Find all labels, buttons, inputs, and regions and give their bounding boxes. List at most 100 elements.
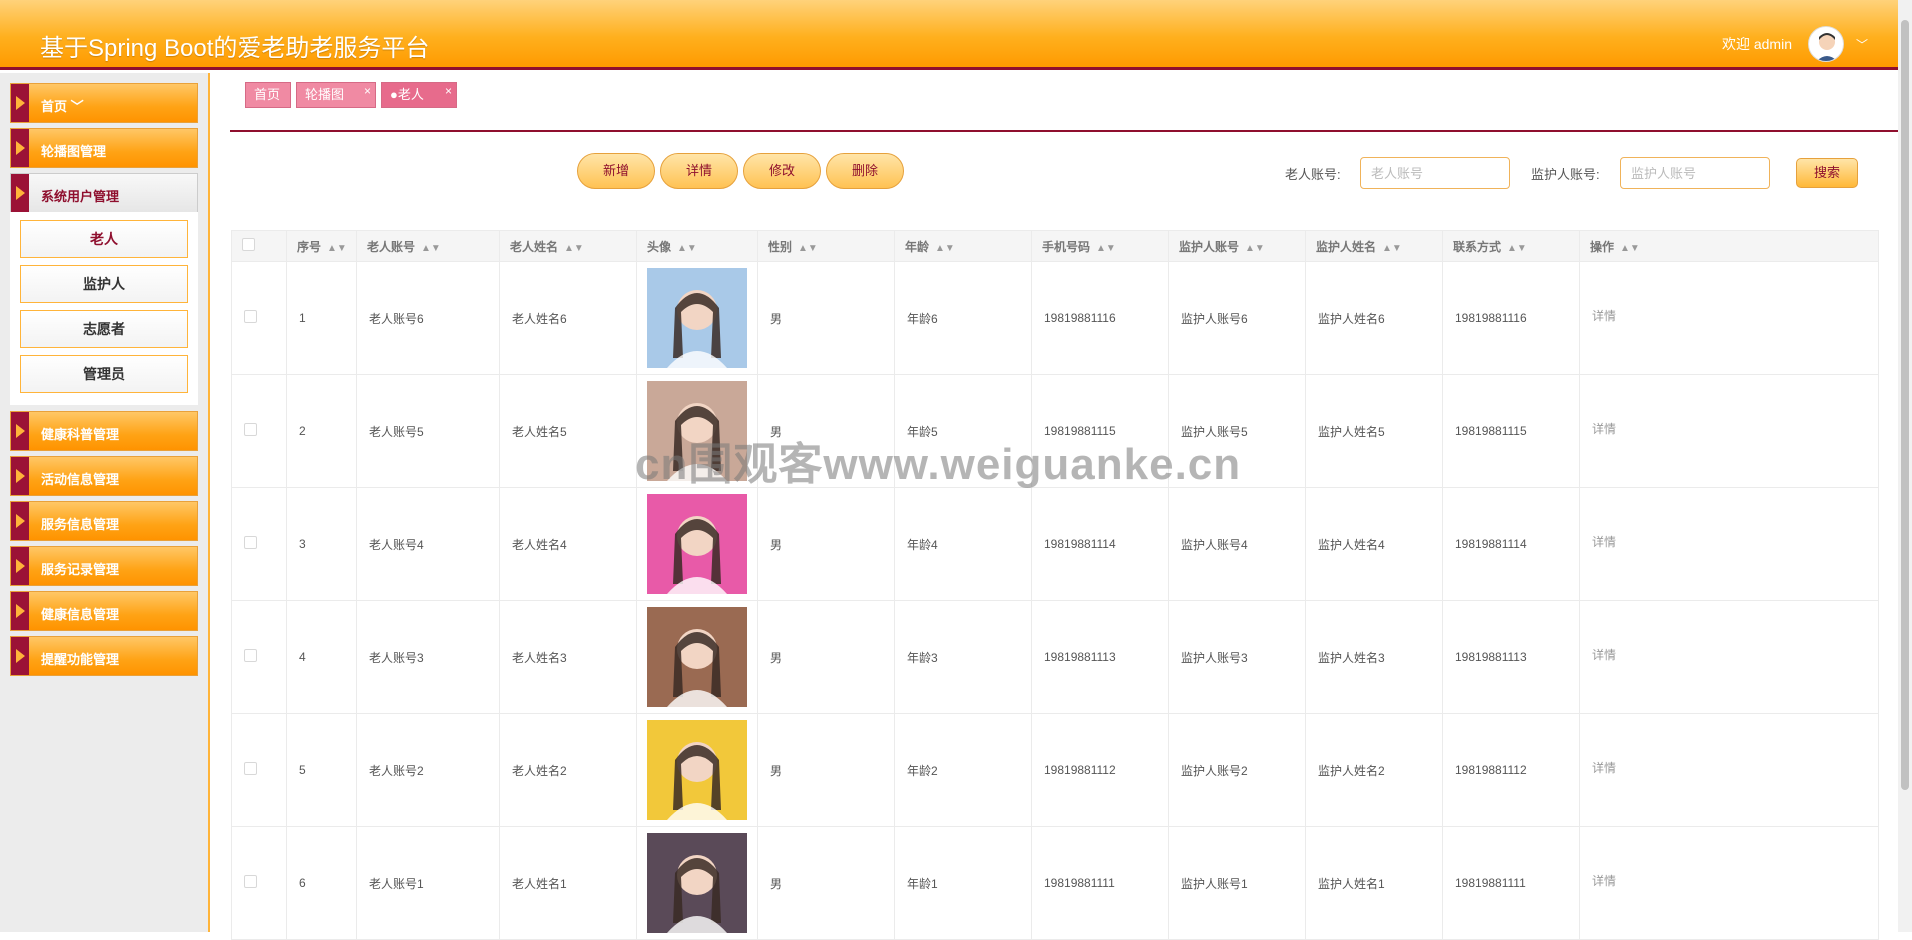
sidebar-item-system-users[interactable]: 系统用户管理 [10, 173, 198, 213]
cell-account: 老人账号5 [356, 374, 500, 488]
sort-icon[interactable]: ▲▼ [677, 243, 697, 254]
cell-g-name: 监护人姓名6 [1305, 261, 1443, 375]
row-select-cell [231, 826, 287, 940]
sort-icon[interactable]: ▲▼ [1096, 243, 1116, 254]
sort-icon[interactable]: ▲▼ [935, 243, 955, 254]
close-icon[interactable]: × [445, 79, 452, 103]
scrollbar-thumb[interactable] [1901, 20, 1909, 790]
table-row[interactable]: 3 老人账号4 老人姓名4 男年龄4 19819881114 监护人账号4 监护人姓名4 19… [231, 487, 1879, 601]
submenu-item-volunteer[interactable]: 志愿者 [20, 310, 188, 348]
table-row[interactable]: 1 老人账号6 老人姓名6 男年龄6 19819881116 监护人账号6 监护人姓名6 19… [231, 261, 1879, 375]
cell-g-account: 监护人账号3 [1168, 600, 1306, 714]
row-checkbox[interactable] [244, 875, 257, 888]
action-cell: 详情 [1579, 261, 1879, 375]
cell-gender: 男 [757, 600, 895, 714]
table-row[interactable]: 4 老人账号3 老人姓名3 男年龄3 19819881113 监护人账号3 监护人姓名3 19… [231, 600, 1879, 714]
edit-button[interactable]: 修改 [743, 153, 821, 189]
column-header[interactable]: 老人姓名 ▲▼ [499, 230, 637, 262]
column-header[interactable]: 操作 ▲▼ [1579, 230, 1879, 262]
detail-link[interactable]: 详情 [1592, 535, 1616, 549]
sidebar-item-service-info[interactable]: 服务信息管理 [10, 501, 198, 541]
column-header[interactable]: 头像 ▲▼ [636, 230, 758, 262]
sort-icon[interactable]: ▲▼ [1620, 243, 1640, 254]
sidebar-item-carousel[interactable]: 轮播图管理 [10, 128, 198, 168]
column-header[interactable]: 性别 ▲▼ [757, 230, 895, 262]
row-checkbox[interactable] [244, 649, 257, 662]
sidebar-item-label: 系统用户管理 [41, 189, 120, 204]
cell-age: 年龄5 [894, 374, 1032, 488]
add-button[interactable]: 新增 [577, 153, 655, 189]
sidebar-item-label: 轮播图管理 [41, 144, 107, 159]
column-header[interactable]: 年龄 ▲▼ [894, 230, 1032, 262]
menu-arrow-icon [11, 457, 29, 495]
sidebar-item-activity[interactable]: 活动信息管理 [10, 456, 198, 496]
cell-g-account: 监护人账号4 [1168, 487, 1306, 601]
sidebar-item-label: 首页 ﹀ [41, 99, 84, 114]
cell-contact: 19819881111 [1442, 826, 1580, 940]
guardian-account-input[interactable] [1620, 157, 1770, 189]
table-row[interactable]: 2 老人账号5 老人姓名5 男年龄5 19819881115 监护人账号5 监护人姓名5 19… [231, 374, 1879, 488]
table-row[interactable]: 6 老人账号1 老人姓名1 男年龄1 19819881111 监护人账号1 监护人姓名1 19… [231, 826, 1879, 940]
cell-contact: 19819881113 [1442, 600, 1580, 714]
sidebar-item-reminder[interactable]: 提醒功能管理 [10, 636, 198, 676]
search-button[interactable]: 搜索 [1796, 158, 1858, 188]
sort-icon[interactable]: ▲▼ [564, 243, 584, 254]
cell-age: 年龄1 [894, 826, 1032, 940]
row-checkbox[interactable] [244, 310, 257, 323]
detail-link[interactable]: 详情 [1592, 422, 1616, 436]
sort-icon[interactable]: ▲▼ [1507, 243, 1527, 254]
avatar-cell [636, 261, 758, 375]
app-header: 基于Spring Boot的爱老助老服务平台 欢迎 admin ﹀ [0, 0, 1912, 70]
user-avatar[interactable] [1808, 26, 1844, 62]
sidebar-item-home[interactable]: 首页 ﹀ [10, 83, 198, 123]
row-checkbox[interactable] [244, 762, 257, 775]
detail-link[interactable]: 详情 [1592, 761, 1616, 775]
page-scrollbar[interactable] [1898, 0, 1912, 932]
column-header[interactable]: 监护人姓名 ▲▼ [1305, 230, 1443, 262]
detail-link[interactable]: 详情 [1592, 309, 1616, 323]
cell-g-name: 监护人姓名3 [1305, 600, 1443, 714]
row-checkbox[interactable] [244, 536, 257, 549]
cell-account: 老人账号3 [356, 600, 500, 714]
column-header[interactable]: 监护人账号 ▲▼ [1168, 230, 1306, 262]
sidebar-item-health-science[interactable]: 健康科普管理 [10, 411, 198, 451]
sidebar-item-label: 健康信息管理 [41, 607, 120, 622]
sort-icon[interactable]: ▲▼ [327, 243, 347, 254]
table-row[interactable]: 5 老人账号2 老人姓名2 男年龄2 19819881112 监护人账号2 监护人姓名2 19… [231, 713, 1879, 827]
detail-link[interactable]: 详情 [1592, 648, 1616, 662]
column-header[interactable]: 序号 ▲▼ [286, 230, 357, 262]
sidebar-item-label: 活动信息管理 [41, 472, 120, 487]
sidebar-item-label: 提醒功能管理 [41, 652, 120, 667]
tab-elder[interactable]: ●老人 × [381, 82, 457, 108]
sort-icon[interactable]: ▲▼ [798, 243, 818, 254]
sort-icon[interactable]: ▲▼ [421, 243, 441, 254]
menu-arrow-icon [11, 547, 29, 585]
submenu-item-guardian[interactable]: 监护人 [20, 265, 188, 303]
detail-link[interactable]: 详情 [1592, 874, 1616, 888]
elder-account-input[interactable] [1360, 157, 1510, 189]
close-icon[interactable]: × [364, 79, 371, 103]
cell-account: 老人账号1 [356, 826, 500, 940]
column-header[interactable]: 联系方式 ▲▼ [1442, 230, 1580, 262]
detail-button[interactable]: 详情 [660, 153, 738, 189]
delete-button[interactable]: 删除 [826, 153, 904, 189]
user-menu-chevron-down-icon[interactable]: ﹀ [1856, 36, 1868, 53]
action-cell: 详情 [1579, 487, 1879, 601]
tab-home[interactable]: 首页 [245, 82, 291, 108]
submenu-item-admin[interactable]: 管理员 [20, 355, 188, 393]
cell-name: 老人姓名2 [499, 713, 637, 827]
sort-icon[interactable]: ▲▼ [1245, 243, 1265, 254]
row-checkbox[interactable] [244, 423, 257, 436]
cell-gender: 男 [757, 826, 895, 940]
column-header[interactable]: 手机号码 ▲▼ [1031, 230, 1169, 262]
avatar-cell [636, 826, 758, 940]
sort-icon[interactable]: ▲▼ [1382, 243, 1402, 254]
sidebar-item-service-record[interactable]: 服务记录管理 [10, 546, 198, 586]
sidebar-item-health-info[interactable]: 健康信息管理 [10, 591, 198, 631]
cell-phone: 19819881114 [1031, 487, 1169, 601]
tab-carousel[interactable]: 轮播图 × [296, 82, 376, 108]
select-all-checkbox[interactable] [242, 238, 255, 251]
column-header[interactable]: 老人账号 ▲▼ [356, 230, 500, 262]
menu-arrow-icon [11, 502, 29, 540]
submenu-item-elder[interactable]: 老人 [20, 220, 188, 258]
